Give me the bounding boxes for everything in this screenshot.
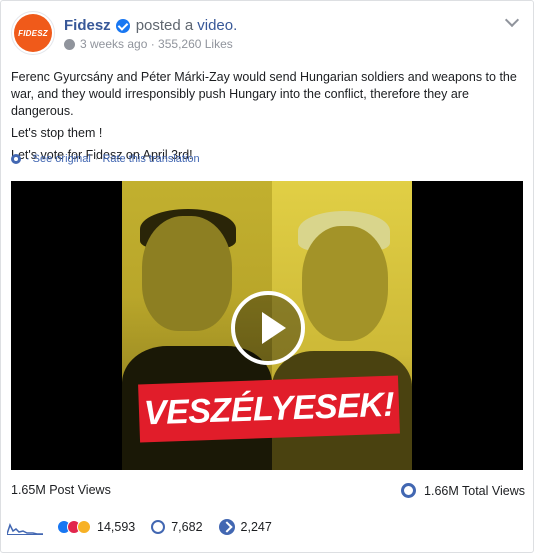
translation-bar: · See original · Rate this translation — [11, 153, 200, 165]
post-meta: 3 weeks ago · 355,260 Likes — [64, 37, 237, 51]
post-header: FIDESZ Fidesz posted a video. 3 weeks ag… — [11, 11, 237, 55]
reactions-icons[interactable] — [57, 520, 91, 534]
rate-translation-link[interactable]: Rate this translation — [102, 153, 199, 165]
face-shape — [302, 226, 388, 341]
post-card: FIDESZ Fidesz posted a video. 3 weeks ag… — [0, 0, 534, 553]
total-views: 1.66M Total Views — [401, 483, 525, 498]
play-icon[interactable] — [231, 291, 305, 365]
views-row: 1.65M Post Views 1.66M Total Views — [11, 483, 525, 499]
page-avatar[interactable]: FIDESZ — [11, 11, 55, 55]
globe-icon — [64, 38, 75, 50]
shares-count[interactable]: 2,247 — [241, 520, 272, 534]
post-views: 1.65M Post Views — [11, 483, 111, 497]
thumbnail-banner: VESZÉLYESEK! — [138, 375, 400, 443]
total-views-text: 1.66M Total Views — [424, 483, 525, 498]
video-player[interactable]: VESZÉLYESEK! — [11, 181, 523, 470]
post-paragraph: Ferenc Gyurcsány and Péter Márki-Zay wou… — [11, 70, 517, 118]
page-name-link[interactable]: Fidesz — [64, 17, 111, 34]
haha-reaction-icon — [77, 520, 91, 534]
chevron-down-icon[interactable] — [504, 12, 520, 28]
verified-badge-icon — [115, 18, 130, 33]
banner-text: VESZÉLYESEK! — [143, 385, 395, 432]
post-header-text: Fidesz posted a video. 3 weeks ago · 355… — [64, 11, 237, 55]
views-ring-icon — [401, 483, 417, 498]
post-action-text: posted a — [135, 17, 194, 34]
post-meta-text[interactable]: 3 weeks ago · 355,260 Likes — [80, 37, 233, 51]
post-title-line: Fidesz posted a video. — [64, 17, 237, 34]
translation-separator: · — [94, 153, 99, 165]
comment-icon — [151, 520, 166, 534]
share-icon — [218, 519, 235, 535]
sparkline-icon[interactable] — [7, 519, 43, 535]
engagement-stats: 14,593 7,682 2,247 — [7, 517, 529, 537]
see-original-link[interactable]: See original — [33, 153, 91, 165]
fidesz-logo: FIDESZ — [14, 14, 52, 52]
translation-separator: · — [26, 153, 30, 165]
face-shape — [142, 216, 232, 331]
video-link[interactable]: video. — [197, 17, 237, 34]
gear-icon — [11, 154, 21, 164]
reactions-count[interactable]: 14,593 — [97, 520, 135, 534]
comments-count[interactable]: 7,682 — [171, 520, 202, 534]
post-paragraph: Let's stop them ! — [11, 126, 103, 140]
avatar-text: FIDESZ — [18, 28, 48, 38]
